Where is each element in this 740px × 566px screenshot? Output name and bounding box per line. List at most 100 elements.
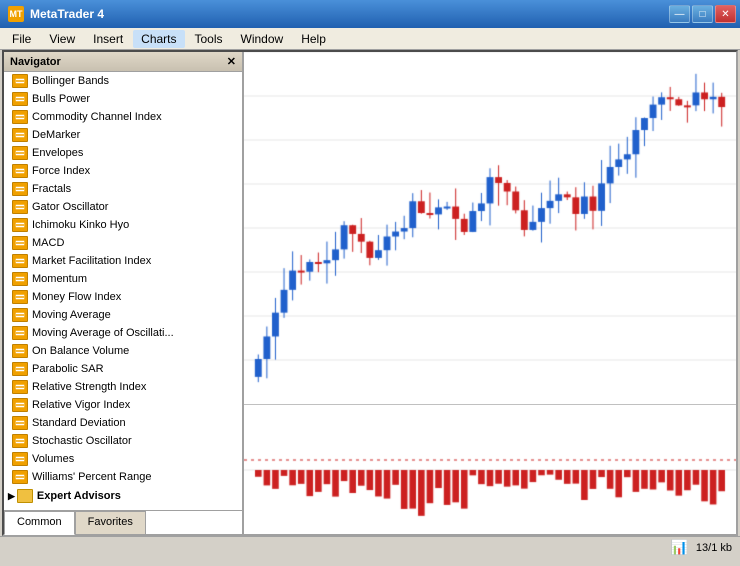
indicator-label: On Balance Volume (32, 345, 129, 357)
menu-insert[interactable]: Insert (85, 30, 131, 48)
indicator-icon (12, 74, 28, 88)
nav-item[interactable]: Ichimoku Kinko Hyo (4, 216, 242, 234)
indicator-icon (12, 182, 28, 196)
indicator-label: Fractals (32, 183, 71, 195)
indicator-label: Moving Average (32, 309, 111, 321)
nav-item[interactable]: Williams' Percent Range (4, 468, 242, 486)
menu-help[interactable]: Help (293, 30, 334, 48)
menu-bar: File View Insert Charts Tools Window Hel… (0, 28, 740, 50)
indicator-label: Williams' Percent Range (32, 471, 151, 483)
indicator-icon (12, 110, 28, 124)
indicator-icon (12, 290, 28, 304)
menu-window[interactable]: Window (233, 30, 292, 48)
nav-item[interactable]: Stochastic Oscillator (4, 432, 242, 450)
candlestick-chart (244, 52, 736, 404)
nav-item[interactable]: DeMarker (4, 126, 242, 144)
nav-item[interactable]: Moving Average of Oscillati... (4, 324, 242, 342)
indicator-icon (12, 236, 28, 250)
nav-item[interactable]: Relative Vigor Index (4, 396, 242, 414)
chart-icon: 📊 (670, 539, 687, 556)
nav-item[interactable]: Market Facilitation Index (4, 252, 242, 270)
indicator-label: Relative Vigor Index (32, 399, 130, 411)
tab-favorites[interactable]: Favorites (75, 511, 146, 534)
navigator-title: Navigator (10, 56, 61, 68)
indicator-icon (12, 434, 28, 448)
nav-item[interactable]: Money Flow Index (4, 288, 242, 306)
menu-file[interactable]: File (4, 30, 39, 48)
nav-item[interactable]: Bulls Power (4, 90, 242, 108)
navigator-tabs: Common Favorites (4, 510, 242, 534)
histogram-chart (244, 404, 736, 534)
indicator-label: Money Flow Index (32, 291, 121, 303)
tab-common[interactable]: Common (4, 511, 75, 535)
indicator-icon (12, 218, 28, 232)
indicator-icon (12, 362, 28, 376)
indicator-icon (12, 398, 28, 412)
nav-item[interactable]: Gator Oscillator (4, 198, 242, 216)
indicator-label: Volumes (32, 453, 74, 465)
indicator-label: Ichimoku Kinko Hyo (32, 219, 129, 231)
nav-item[interactable]: Relative Strength Index (4, 378, 242, 396)
indicator-label: Stochastic Oscillator (32, 435, 132, 447)
title-text: MetaTrader 4 (30, 7, 104, 21)
histogram-canvas (244, 405, 736, 534)
navigator-close[interactable]: ✕ (227, 55, 236, 68)
title-bar: MT MetaTrader 4 — □ ✕ (0, 0, 740, 28)
indicator-label: Standard Deviation (32, 417, 126, 429)
indicator-icon (12, 470, 28, 484)
chart-area (244, 52, 736, 534)
indicator-label: Gator Oscillator (32, 201, 108, 213)
nav-item[interactable]: Fractals (4, 180, 242, 198)
indicator-icon (12, 164, 28, 178)
nav-item[interactable]: On Balance Volume (4, 342, 242, 360)
indicator-icon (12, 200, 28, 214)
navigator-header: Navigator ✕ (4, 52, 242, 72)
indicator-label: DeMarker (32, 129, 80, 141)
status-right: 📊 13/1 kb (670, 539, 732, 556)
indicator-label: Moving Average of Oscillati... (32, 327, 174, 339)
nav-item[interactable]: Momentum (4, 270, 242, 288)
indicator-icon (12, 254, 28, 268)
nav-item[interactable]: Commodity Channel Index (4, 108, 242, 126)
nav-item[interactable]: Bollinger Bands (4, 72, 242, 90)
menu-tools[interactable]: Tools (187, 30, 231, 48)
navigator-panel: Navigator ✕ Bollinger Bands Bulls Power Co… (4, 52, 244, 534)
indicator-label: Relative Strength Index (32, 381, 146, 393)
indicator-icon (12, 344, 28, 358)
nav-item[interactable]: Parabolic SAR (4, 360, 242, 378)
indicator-label: MACD (32, 237, 64, 249)
close-button[interactable]: ✕ (715, 5, 736, 23)
indicator-icon (12, 416, 28, 430)
folder-label: Expert Advisors (37, 490, 121, 502)
navigator-list[interactable]: Bollinger Bands Bulls Power Commodity Chan… (4, 72, 242, 510)
indicator-label: Momentum (32, 273, 87, 285)
indicator-label: Force Index (32, 165, 90, 177)
nav-item[interactable]: Envelopes (4, 144, 242, 162)
indicator-label: Bulls Power (32, 93, 90, 105)
indicator-icon (12, 380, 28, 394)
maximize-button[interactable]: □ (692, 5, 713, 23)
indicator-label: Envelopes (32, 147, 83, 159)
indicator-icon (12, 452, 28, 466)
nav-item[interactable]: MACD (4, 234, 242, 252)
minimize-button[interactable]: — (669, 5, 690, 23)
main-area: Navigator ✕ Bollinger Bands Bulls Power Co… (2, 50, 738, 536)
nav-item[interactable]: Moving Average (4, 306, 242, 324)
indicator-icon (12, 128, 28, 142)
indicator-icon (12, 326, 28, 340)
indicator-icon (12, 146, 28, 160)
nav-item[interactable]: Volumes (4, 450, 242, 468)
menu-charts[interactable]: Charts (133, 30, 184, 48)
title-controls: — □ ✕ (669, 5, 736, 23)
nav-item[interactable]: Force Index (4, 162, 242, 180)
indicator-icon (12, 272, 28, 286)
nav-folder-expert[interactable]: ▶Expert Advisors (4, 486, 242, 506)
indicator-icon (12, 92, 28, 106)
app-icon: MT (8, 6, 24, 22)
indicator-label: Commodity Channel Index (32, 111, 162, 123)
nav-item[interactable]: Standard Deviation (4, 414, 242, 432)
menu-view[interactable]: View (41, 30, 83, 48)
indicator-label: Market Facilitation Index (32, 255, 151, 267)
candle-canvas (244, 52, 736, 404)
indicator-icon (12, 308, 28, 322)
